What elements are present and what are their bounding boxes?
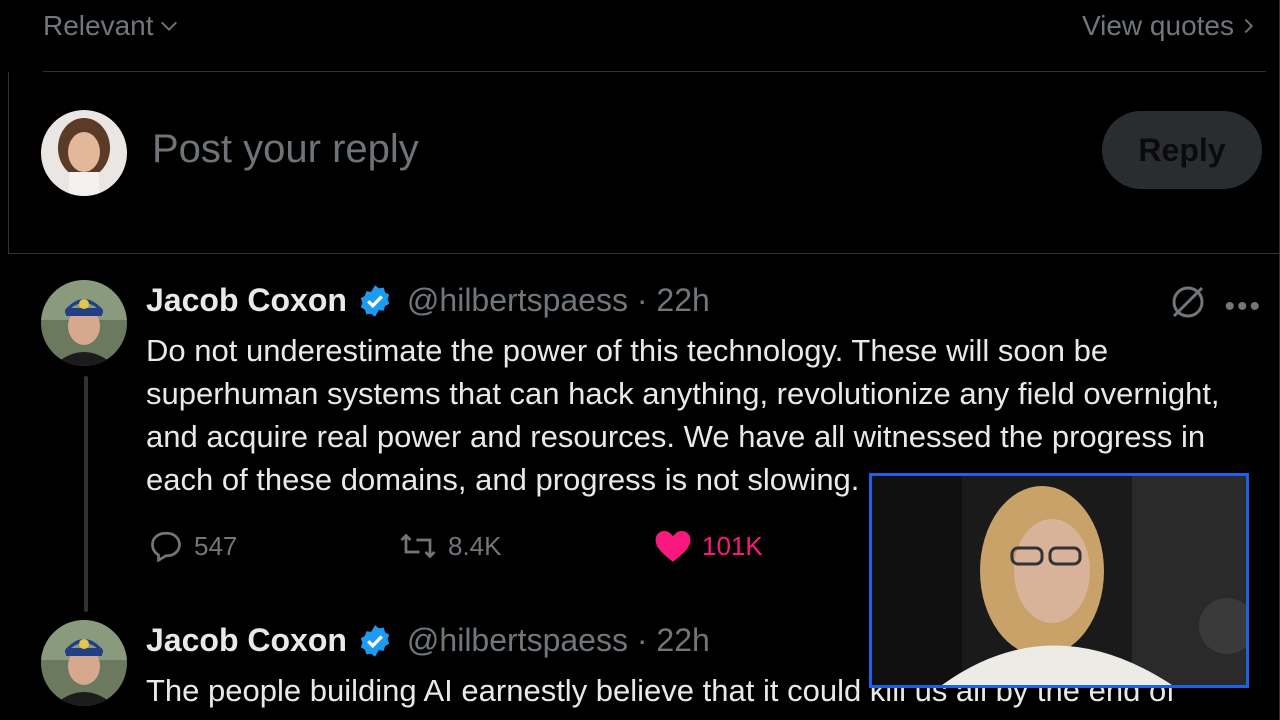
- author-handle-time: @hilbertspaess · 22h: [406, 282, 710, 318]
- chevron-down-icon: [160, 21, 177, 31]
- like-action[interactable]: 101K: [654, 528, 763, 564]
- top-bar: Relevant View quotes: [0, 0, 1280, 72]
- repost-icon: [400, 533, 436, 559]
- view-quotes-label: View quotes: [1081, 10, 1234, 41]
- left-border: [8, 72, 9, 254]
- user-avatar[interactable]: [41, 110, 127, 196]
- author-name[interactable]: Jacob Coxon: [146, 622, 347, 659]
- author-avatar[interactable]: [41, 280, 127, 366]
- divider: [8, 253, 1280, 254]
- grok-icon[interactable]: [1168, 282, 1208, 322]
- view-quotes-link[interactable]: View quotes: [1082, 10, 1258, 42]
- author-avatar[interactable]: [41, 620, 127, 706]
- reply-button-label: Reply: [1138, 131, 1226, 168]
- chevron-right-icon: [1244, 18, 1254, 34]
- repost-action[interactable]: 8.4K: [398, 528, 502, 564]
- thread-line: [84, 376, 88, 612]
- sort-label: Relevant: [43, 10, 154, 41]
- reply-action[interactable]: 547: [148, 528, 237, 564]
- reply-input[interactable]: [150, 126, 1054, 173]
- author-handle-time: @hilbertspaess · 22h: [406, 622, 710, 658]
- verified-badge-icon: [360, 284, 390, 317]
- tweet-header: Jacob Coxon @hilbertspaess · 22h: [146, 282, 710, 319]
- repost-count: 8.4K: [448, 530, 502, 561]
- webcam-overlay: [869, 473, 1249, 688]
- author-name[interactable]: Jacob Coxon: [146, 282, 347, 319]
- heart-icon: [655, 530, 691, 562]
- verified-badge-icon: [360, 624, 390, 657]
- more-icon[interactable]: •••: [1224, 290, 1262, 324]
- like-count: 101K: [702, 530, 763, 561]
- sort-dropdown[interactable]: Relevant: [43, 10, 180, 42]
- reply-count: 547: [194, 530, 238, 561]
- reply-icon: [151, 531, 181, 563]
- tweet-header: Jacob Coxon @hilbertspaess · 22h: [146, 622, 710, 659]
- reply-button[interactable]: Reply: [1102, 111, 1262, 189]
- divider: [43, 71, 1266, 72]
